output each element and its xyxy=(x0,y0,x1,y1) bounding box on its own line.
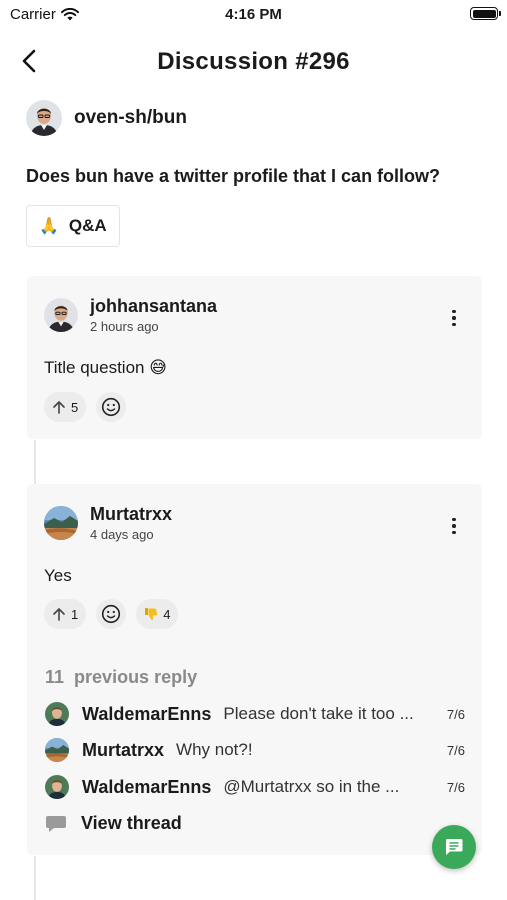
more-vertical-icon[interactable] xyxy=(444,306,464,330)
comment-author[interactable]: Murtatrxx xyxy=(90,504,172,524)
category-badge[interactable]: 🙏 Q&A xyxy=(26,205,120,247)
clock: 4:16 PM xyxy=(225,6,282,23)
page-title: Discussion #296 xyxy=(157,48,350,75)
category-emoji: 🙏 xyxy=(39,218,59,235)
smiley-icon xyxy=(102,604,121,624)
reaction-bar: 5 xyxy=(44,392,127,422)
repo-avatar xyxy=(26,100,62,136)
reply-item[interactable]: Murtatrxx Why not?! 7/6 xyxy=(45,737,465,763)
more-vertical-icon[interactable] xyxy=(444,514,464,538)
reply-preview: 11 previous reply WaldemarEnns Please do… xyxy=(27,645,482,855)
comment-icon xyxy=(446,839,463,855)
upvote-count: 5 xyxy=(71,399,79,415)
reply-author: WaldemarEnns xyxy=(82,703,212,724)
comment-header: Murtatrxx 4 days ago xyxy=(44,504,172,542)
battery-icon xyxy=(470,7,501,20)
avatar xyxy=(45,738,69,762)
upvote-button[interactable]: 1 xyxy=(44,599,87,629)
comment-body: Title question 😅 xyxy=(44,358,167,377)
reply-item[interactable]: WaldemarEnns Please don't take it too ..… xyxy=(45,701,465,727)
reply-text: Please don't take it too ... xyxy=(223,704,414,723)
nav-bar: Discussion #296 xyxy=(0,40,507,84)
comment-time: 4 days ago xyxy=(90,527,154,542)
discussion-title: Does bun have a twitter profile that I c… xyxy=(26,166,441,186)
smiley-icon xyxy=(102,397,121,417)
reply-date: 7/6 xyxy=(446,779,465,795)
reply-date: 7/6 xyxy=(446,706,465,722)
reply-count: 11 xyxy=(45,667,65,687)
reply-item[interactable]: WaldemarEnns @Murtatrxx so in the ... 7/… xyxy=(45,774,465,800)
status-bar: Carrier 4:16 PM xyxy=(0,0,507,30)
comment-header: johhansantana 2 hours ago xyxy=(44,296,217,334)
arrow-up-icon xyxy=(53,608,65,621)
reply-author: WaldemarEnns xyxy=(82,776,212,797)
thumbs-down-reaction[interactable]: 4 xyxy=(136,599,179,629)
previous-replies[interactable]: 11 previous reply xyxy=(45,667,197,688)
reply-date: 7/6 xyxy=(446,742,465,758)
thread-line xyxy=(34,856,36,900)
comment-author[interactable]: johhansantana xyxy=(90,296,217,316)
avatar[interactable] xyxy=(44,298,78,332)
reaction-bar: 1 4 xyxy=(44,599,179,629)
avatar xyxy=(45,775,69,799)
comment-card: Murtatrxx 4 days ago Yes 1 4 xyxy=(27,484,482,645)
speech-bubble-icon xyxy=(46,815,66,832)
reply-text: Why not?! xyxy=(176,740,253,759)
add-reaction-button[interactable] xyxy=(96,599,127,629)
comment-time: 2 hours ago xyxy=(90,319,159,334)
reply-author: Murtatrxx xyxy=(82,739,165,760)
repo-name: oven-sh/bun xyxy=(74,107,187,128)
upvote-button[interactable]: 5 xyxy=(44,392,87,422)
reply-count-label: previous reply xyxy=(74,667,198,687)
reply-text: @Murtatrxx so in the ... xyxy=(223,777,400,796)
repo-link[interactable]: oven-sh/bun xyxy=(26,100,187,136)
thumbs-down-icon xyxy=(145,608,158,620)
thumbs-down-count: 4 xyxy=(163,606,171,622)
new-comment-button[interactable] xyxy=(432,825,476,869)
avatar[interactable] xyxy=(44,506,78,540)
view-thread-button[interactable]: View thread xyxy=(45,813,182,834)
avatar xyxy=(45,702,69,726)
arrow-up-icon xyxy=(53,401,65,414)
upvote-count: 1 xyxy=(71,606,79,622)
view-thread-label: View thread xyxy=(81,813,182,833)
comment-body: Yes xyxy=(44,566,72,585)
thread-line xyxy=(34,440,36,484)
comment-card: johhansantana 2 hours ago Title question… xyxy=(27,276,482,439)
category-label: Q&A xyxy=(68,216,107,235)
add-reaction-button[interactable] xyxy=(96,392,127,422)
